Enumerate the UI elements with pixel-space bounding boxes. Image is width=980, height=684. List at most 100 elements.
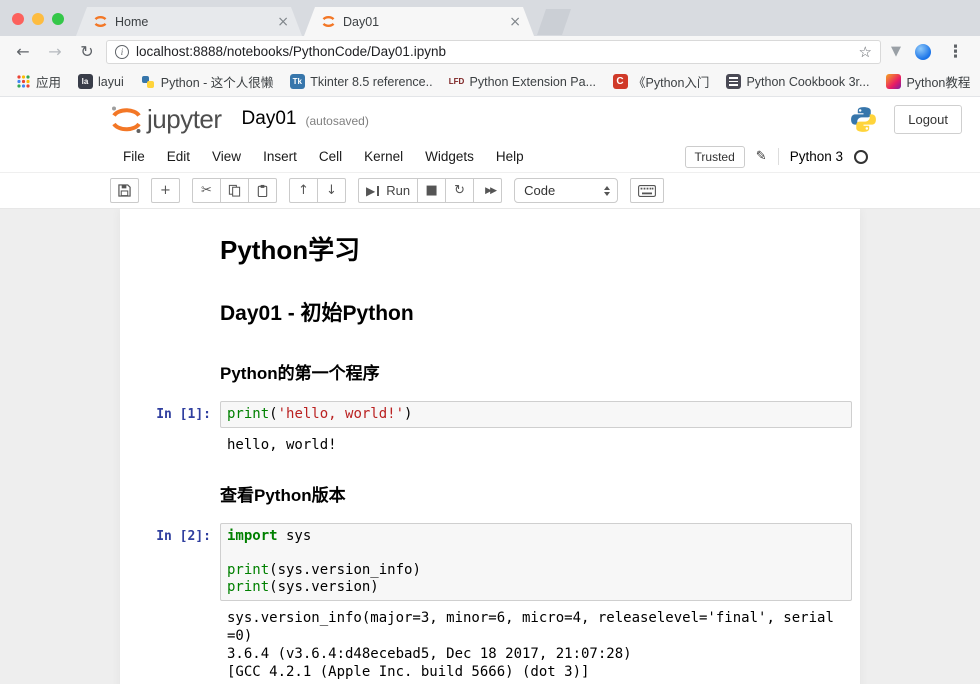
output-line: [GCC 4.2.1 (Apple Inc. build 5666) (dot … [227,663,840,681]
cell-type-dropdown[interactable]: Code [514,178,618,203]
code-token: 'hello, world!' [278,406,404,422]
restart-run-all-button[interactable]: ▶▶ [473,178,502,203]
heading-day01: Day01 - 初始Python [220,297,852,327]
code-token: print [227,406,269,422]
logout-button[interactable]: Logout [894,105,962,134]
markdown-cell-h1[interactable]: Python学习 [120,217,860,278]
reload-button[interactable]: ↻ [74,39,100,65]
code-token: ( [269,406,277,422]
code-token: import [227,528,278,544]
new-tab-button[interactable] [537,9,571,35]
autosave-status: (autosaved) [305,110,368,128]
code-token: print [227,562,269,578]
markdown-cell-h3-version[interactable]: 查看Python版本 [120,460,860,517]
menu-cell[interactable]: Cell [308,143,353,170]
code-cell-1[interactable]: In [1]: print('hello, world!') [120,395,860,430]
output-text: hello, world! [220,433,337,454]
trusted-badge[interactable]: Trusted [685,146,745,168]
bookmark-label: Python Extension Pa... [470,75,596,89]
menu-help[interactable]: Help [485,143,535,170]
bookmark-apps[interactable]: 应用 [8,69,68,94]
menu-file[interactable]: File [112,143,156,170]
move-cell-down-button[interactable]: ↓ [317,178,346,203]
chrome-menu-icon[interactable]: ⋮ [941,42,970,62]
input-prompt: In [1]: [128,401,220,428]
save-button[interactable] [110,178,139,203]
menu-insert[interactable]: Insert [252,143,308,170]
copy-icon [228,184,241,197]
jupyter-header: jupyter Day01 (autosaved) Logout [0,97,980,141]
browser-toolbar: ← → ↻ i localhost:8888/notebooks/PythonC… [0,36,980,67]
code-editor[interactable]: print('hello, world!') [220,401,852,428]
run-cell-button[interactable]: ▶ Run [358,178,418,203]
jupyter-logo[interactable]: jupyter [108,104,222,134]
bookmark-label: Tkinter 8.5 reference.. [310,75,432,89]
interrupt-kernel-button[interactable]: ■ [417,178,446,203]
back-button[interactable]: ← [10,39,36,65]
tab-day01[interactable]: Day01 × [304,7,534,36]
output-text: sys.version_info(major=3, minor=6, micro… [220,606,840,681]
bookmark-star-icon[interactable]: ☆ [859,43,872,61]
bookmark-lfd[interactable]: LFD Python Extension Pa... [442,71,603,93]
edit-mode-pencil-icon: ✎ [756,149,767,164]
floppy-icon [118,184,131,197]
page-info-icon[interactable]: i [115,45,129,59]
move-cell-up-button[interactable]: ↑ [289,178,318,203]
bookmark-label: layui [98,75,124,89]
restart-kernel-button[interactable]: ↻ [445,178,474,203]
lfd-favicon: LFD [449,77,465,86]
bookmark-python-tutorial[interactable]: Python教程 [878,69,977,94]
paste-icon [256,184,269,197]
close-window-button[interactable] [12,13,24,25]
input-prompt: In [2]: [128,523,220,601]
cut-cell-button[interactable]: ✂ [192,178,221,203]
fullscreen-window-button[interactable] [52,13,64,25]
code-editor[interactable]: import sys print(sys.version_info) print… [220,523,852,601]
menu-edit[interactable]: Edit [156,143,201,170]
notebook-scroll-area[interactable]: Python学习 Day01 - 初始Python Python的第一个程序 I… [0,209,980,684]
url-text[interactable]: localhost:8888/notebooks/PythonCode/Day0… [136,44,852,59]
menu-kernel[interactable]: Kernel [353,143,414,170]
minimize-window-button[interactable] [32,13,44,25]
close-tab-icon[interactable]: × [274,14,292,30]
markdown-cell-h2[interactable]: Day01 - 初始Python [120,278,860,338]
bookmark-python-blog[interactable]: Python - 这个人很懒 [133,69,281,94]
markdown-cell-h3-first-program[interactable]: Python的第一个程序 [120,338,860,395]
notebook-title[interactable]: Day01 [242,108,297,130]
output-prompt [128,433,220,454]
bookmark-python-rumen[interactable]: C 《Python入门 [605,69,716,94]
play-bar-icon [377,186,379,196]
cell-type-value: Code [524,183,555,198]
extension-triangle-icon[interactable]: ▼ [887,44,905,59]
heading-python-study: Python学习 [220,230,852,267]
tab-strip: Home × Day01 × [0,0,980,36]
python-logo-icon [849,105,878,134]
bookmark-tkinter[interactable]: Tk Tkinter 8.5 reference.. [282,71,439,93]
book-favicon [726,74,741,89]
address-bar[interactable]: i localhost:8888/notebooks/PythonCode/Da… [106,40,881,64]
copy-cell-button[interactable] [220,178,249,203]
kernel-status-icon [854,150,868,164]
tab-title: Home [115,15,274,29]
window-controls [12,13,64,25]
bookmark-label: 应用 [36,72,61,91]
code-cell-2[interactable]: In [2]: import sys print(sys.version_inf… [120,517,860,603]
jupyter-logo-text: jupyter [147,106,222,134]
menu-widgets[interactable]: Widgets [414,143,485,170]
dropdown-stepper-icon [602,184,612,198]
close-tab-icon[interactable]: × [506,14,524,30]
paste-cell-button[interactable] [248,178,277,203]
forward-button[interactable]: → [42,39,68,65]
keyboard-icon [638,185,656,197]
bookmark-cookbook[interactable]: Python Cookbook 3r... [718,71,876,93]
extension-globe-icon[interactable] [915,44,931,60]
menu-view[interactable]: View [201,143,252,170]
code-token: sys [278,528,312,544]
output-area-1: hello, world! [120,430,860,460]
output-prompt [128,606,220,681]
bookmark-layui[interactable]: la layui [70,71,131,93]
tab-home[interactable]: Home × [76,7,302,36]
command-palette-button[interactable] [630,178,664,203]
add-cell-button[interactable]: + [151,178,180,203]
tab-title: Day01 [343,15,506,29]
